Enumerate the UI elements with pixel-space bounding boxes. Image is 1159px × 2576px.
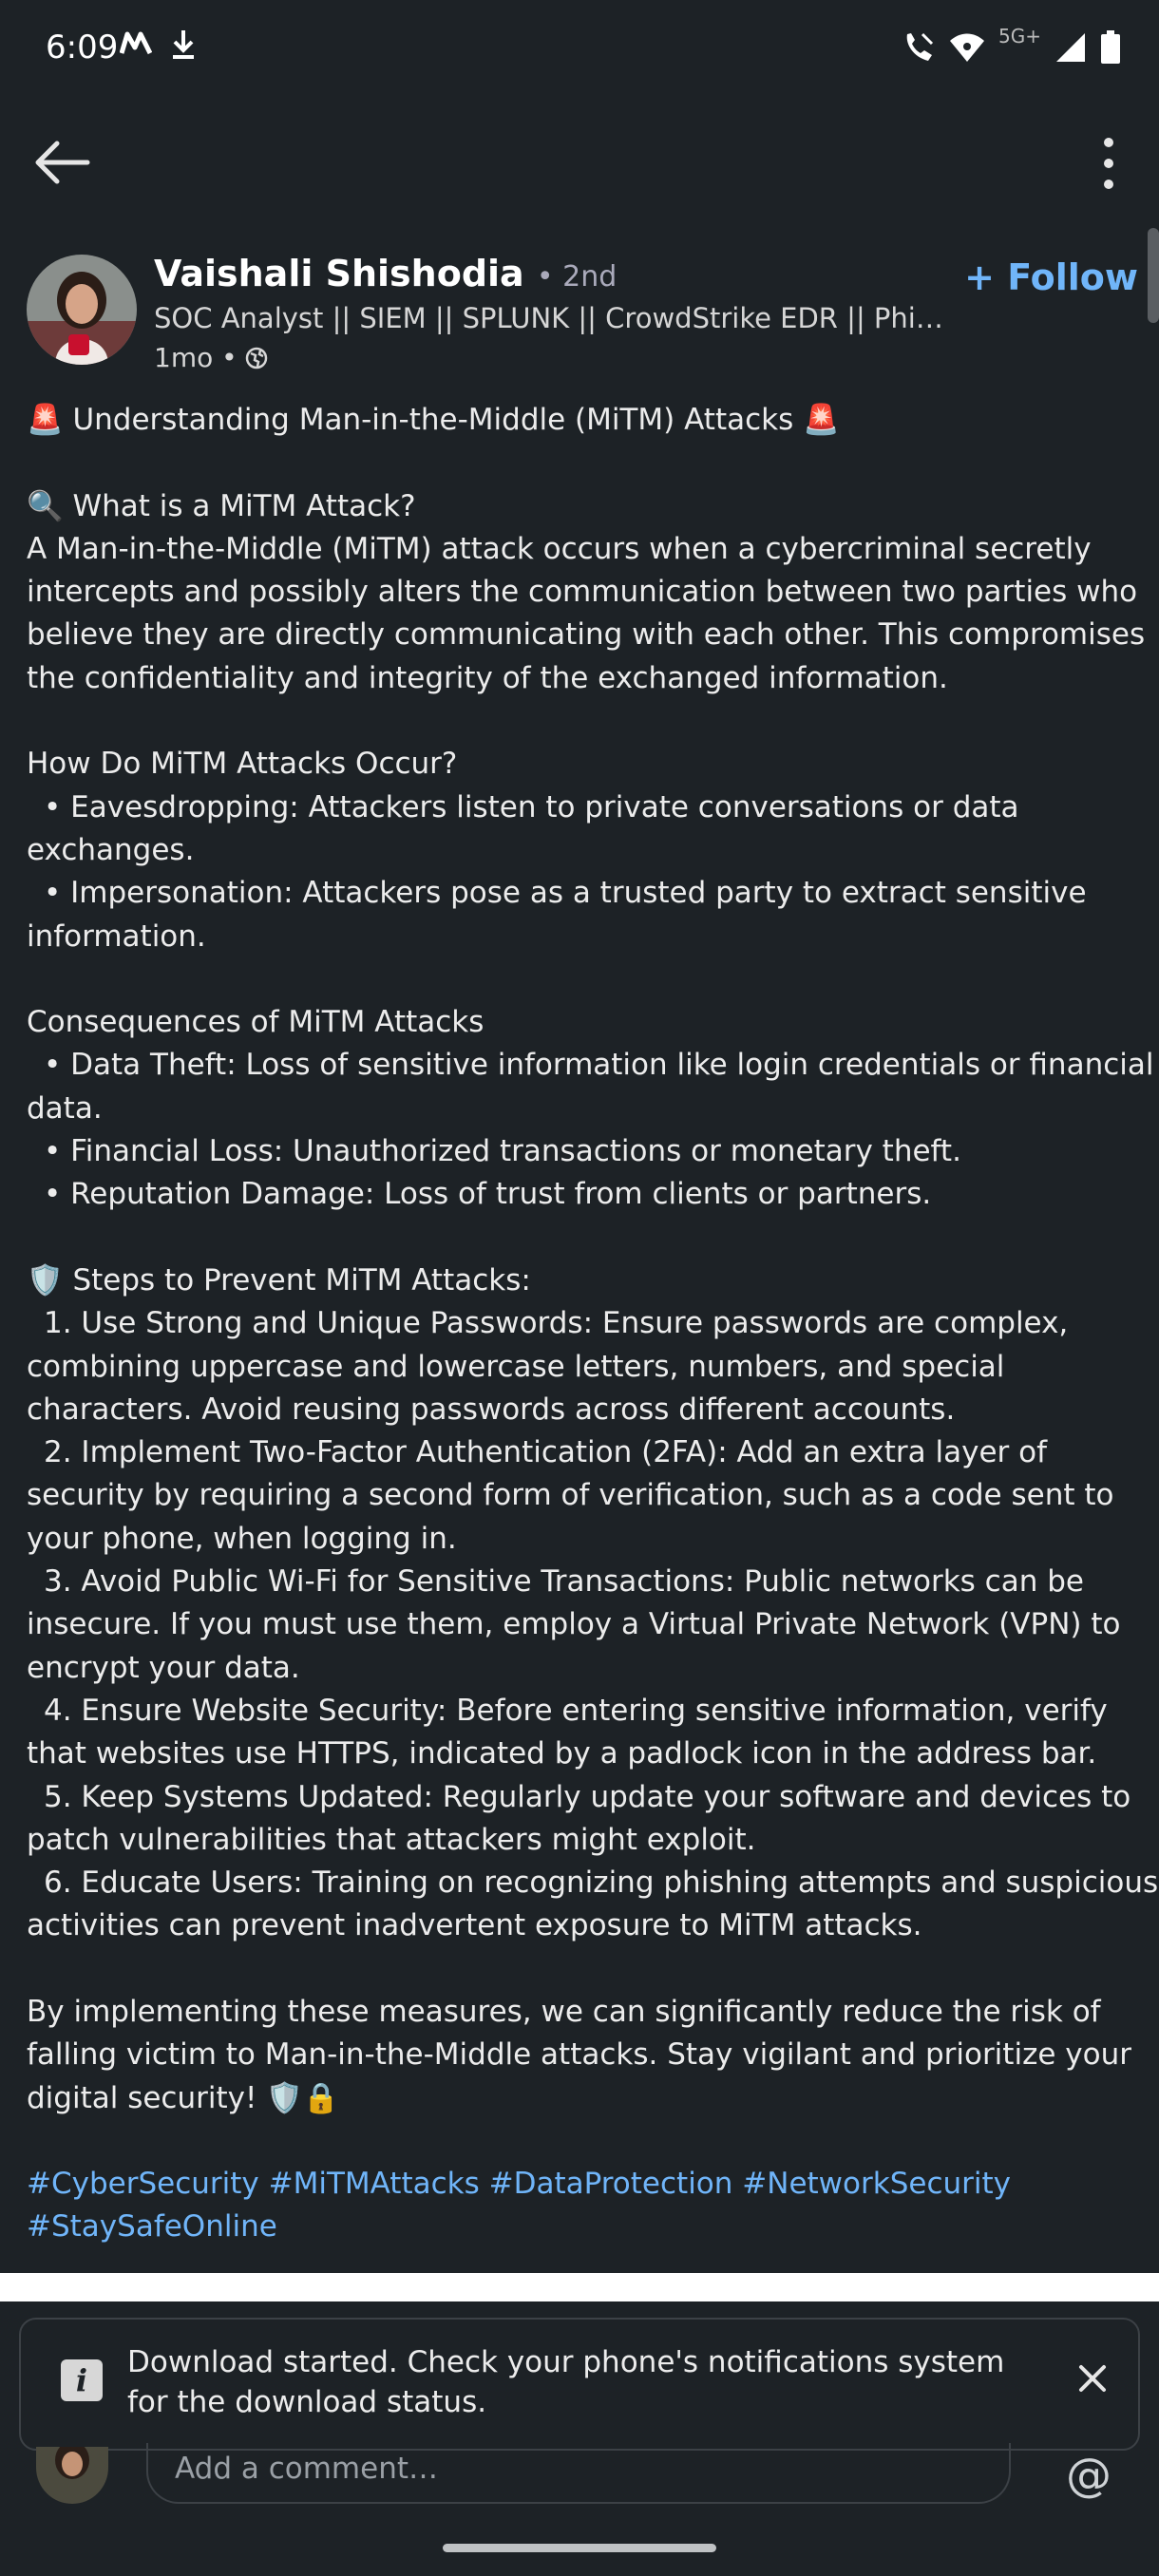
- post-line: patch vulnerabilities that attackers mig…: [27, 1822, 756, 1857]
- wifi-calling-icon: [906, 32, 934, 61]
- download-toast: i Download started. Check your phone's n…: [19, 2318, 1140, 2451]
- post-time: 1mo •: [154, 342, 238, 373]
- post-line: security by requiring a second form of v…: [27, 1478, 1114, 1513]
- post-line: combining uppercase and lowercase letter…: [27, 1349, 1005, 1384]
- author-name[interactable]: Vaishali Shishodia: [154, 253, 524, 294]
- post-line: • Impersonation: Attackers pose as a tru…: [44, 876, 1087, 911]
- post-author: Vaishali Shishodia • 2nd SOC Analyst || …: [27, 253, 1138, 378]
- post-body: 🚨 Understanding Man-in-the-Middle (MiTM)…: [27, 399, 1159, 2249]
- post-line: 2. Implement Two-Factor Authentication (…: [44, 1435, 1048, 1470]
- globe-icon: [245, 347, 267, 369]
- post-line: exchanges.: [27, 832, 195, 867]
- post-line: 4. Ensure Website Security: Before enter…: [44, 1693, 1108, 1728]
- arrow-left-icon[interactable]: [34, 139, 91, 186]
- home-indicator[interactable]: [443, 2544, 716, 2552]
- post-line: • Data Theft: Loss of sensitive informat…: [44, 1048, 1154, 1083]
- avatar[interactable]: [27, 255, 137, 365]
- connection-degree: • 2nd: [536, 260, 618, 294]
- post-line: insecure. If you must use them, employ a…: [27, 1607, 1121, 1642]
- post-line: By implementing these measures, we can s…: [27, 1994, 1101, 2029]
- status-bar: 6:09 5G+: [0, 0, 1159, 104]
- post-line: How Do MiTM Attacks Occur?: [27, 747, 458, 782]
- post-line: the confidentiality and integrity of the…: [27, 660, 948, 695]
- post-line: • Eavesdropping: Attackers listen to pri…: [44, 789, 1019, 824]
- post-line: that websites use HTTPS, indicated by a …: [27, 1736, 1097, 1771]
- user-avatar: [36, 2447, 108, 2504]
- close-icon[interactable]: [1074, 2359, 1112, 2397]
- post-line: • Financial Loss: Unauthorized transacti…: [44, 1134, 961, 1169]
- download-icon: [173, 30, 194, 59]
- battery-icon: [1101, 30, 1120, 64]
- post-line: 🚨 Understanding Man-in-the-Middle (MiTM)…: [27, 403, 840, 437]
- post-line: information.: [27, 919, 206, 954]
- post-line: believe they are directly communicating …: [27, 617, 1146, 653]
- post-line: 6. Educate Users: Training on recognizin…: [44, 1866, 1159, 1901]
- toast-message: Download started. Check your phone's not…: [127, 2345, 1005, 2419]
- post-line: your phone, when logging in.: [27, 1521, 457, 1556]
- scrollbar[interactable]: [1148, 228, 1159, 323]
- post-line: data.: [27, 1090, 103, 1126]
- network-type: 5G+: [998, 25, 1041, 47]
- comment-bar: Add a comment… @: [0, 2443, 1159, 2523]
- post-line: characters. Avoid reusing passwords acro…: [27, 1392, 956, 1427]
- post-line: falling victim to Man-in-the-Middle atta…: [27, 2037, 1131, 2073]
- comment-input[interactable]: Add a comment…: [146, 2443, 1011, 2504]
- post-line: A Man-in-the-Middle (MiTM) attack occurs…: [27, 531, 1092, 566]
- post-line: encrypt your data.: [27, 1650, 300, 1685]
- post-line: 5. Keep Systems Updated: Regularly updat…: [44, 1779, 1131, 1814]
- signal-icon: [1056, 33, 1085, 62]
- post-line: • Reputation Damage: Loss of trust from …: [44, 1177, 932, 1212]
- post-line: 🔍 What is a MiTM Attack?: [27, 488, 416, 523]
- post-line: digital security! 🛡️🔒: [27, 2080, 340, 2115]
- status-time: 6:09: [46, 28, 119, 66]
- post-line: 🛡️ Steps to Prevent MiTM Attacks:: [27, 1262, 531, 1297]
- post-line: Consequences of MiTM Attacks: [27, 1005, 484, 1040]
- info-icon: i: [61, 2359, 103, 2401]
- more-vertical-icon[interactable]: [1094, 137, 1123, 190]
- post-line: activities can prevent inadvertent expos…: [27, 1908, 922, 1943]
- m-notification-icon: [120, 31, 152, 55]
- post-line: intercepts and possibly alters the commu…: [27, 575, 1138, 610]
- hashtag-line[interactable]: #CyberSecurity #MiTMAttacks #DataProtect…: [27, 2163, 1138, 2206]
- author-headline: SOC Analyst || SIEM || SPLUNK || CrowdSt…: [154, 302, 952, 334]
- wifi-icon: [950, 33, 985, 62]
- post-line: 3. Avoid Public Wi-Fi for Sensitive Tran…: [44, 1564, 1084, 1600]
- hashtag-line[interactable]: #StaySafeOnline: [27, 2206, 1138, 2248]
- app-bar: [0, 123, 1159, 199]
- post-line: 1. Use Strong and Unique Passwords: Ensu…: [44, 1306, 1069, 1341]
- follow-button[interactable]: + Follow: [964, 256, 1138, 298]
- divider: [0, 2273, 1159, 2301]
- mention-button[interactable]: @: [1066, 2449, 1112, 2502]
- post-text: 🚨 Understanding Man-in-the-Middle (MiTM)…: [27, 399, 1159, 2163]
- hashtags: #CyberSecurity #MiTMAttacks #DataProtect…: [27, 2163, 1138, 2249]
